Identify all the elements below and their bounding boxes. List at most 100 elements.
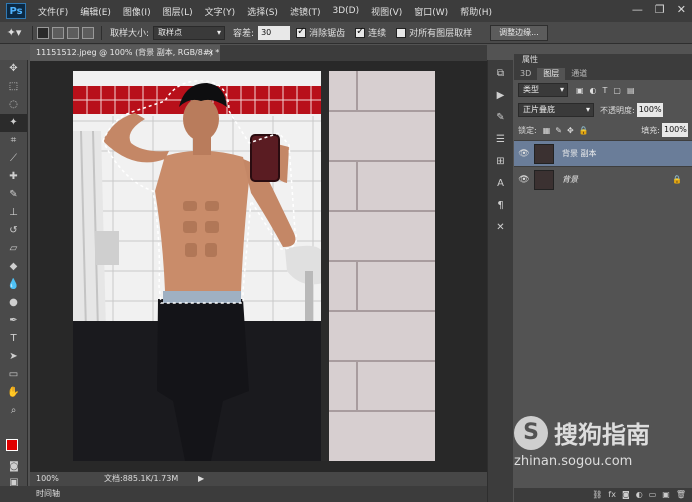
adjustment-layer-icon[interactable]: ◐ [636, 488, 643, 502]
layer-row-background-copy[interactable]: 👁 背景 副本 [514, 140, 692, 166]
eraser-tool-icon[interactable]: ▱ [0, 240, 27, 258]
menu-select[interactable]: 选择(S) [241, 5, 284, 18]
eye-icon[interactable]: 👁 [514, 175, 534, 185]
properties-header[interactable]: 属性 [514, 54, 692, 66]
menu-view[interactable]: 视图(V) [365, 5, 408, 18]
layer-name: 背景 [562, 175, 578, 184]
menu-file[interactable]: 文件(F) [32, 5, 74, 18]
menu-3d[interactable]: 3D(D) [326, 6, 365, 16]
menu-layer[interactable]: 图层(L) [157, 5, 199, 18]
adjustments-panel-icon[interactable]: ☰ [488, 132, 513, 148]
actions-panel-icon[interactable]: ▶ [488, 88, 513, 104]
document-image[interactable] [73, 71, 435, 461]
intersect-selection-icon[interactable] [82, 26, 94, 39]
eyedropper-tool-icon[interactable]: ⟋ [0, 150, 27, 168]
paragraph-panel-icon[interactable]: ¶ [488, 198, 513, 214]
canvas-area[interactable] [30, 61, 487, 472]
dodge-tool-icon[interactable]: ● [0, 294, 27, 312]
blend-mode-select[interactable]: 正片叠底 [518, 103, 594, 117]
tab-3d[interactable]: 3D [514, 68, 537, 80]
tab-layers[interactable]: 图层 [537, 68, 566, 80]
watermark-brand: 搜狗指南 [554, 421, 650, 449]
minimize-button[interactable]: — [632, 3, 643, 16]
menu-window[interactable]: 窗口(W) [408, 5, 454, 18]
panel-dock: ⧉ ▶ ✎ ☰ ⊞ A ¶ ✕ [487, 60, 513, 502]
crop-tool-icon[interactable]: ⌗ [0, 132, 27, 150]
menu-edit[interactable]: 编辑(E) [74, 5, 117, 18]
document-size: 文档:885.1K/1.73M [104, 474, 179, 483]
layer-filter-select[interactable]: 类型 [518, 83, 568, 97]
move-tool-icon[interactable]: ✥ [0, 60, 27, 78]
healing-tool-icon[interactable]: ✚ [0, 168, 27, 186]
layer-row-background[interactable]: 👁 背景 🔒 [514, 166, 692, 192]
menu-type[interactable]: 文字(Y) [199, 5, 242, 18]
menu-help[interactable]: 帮助(H) [454, 5, 498, 18]
sample-size-label: 取样大小: [110, 29, 150, 39]
photo-illustration [73, 71, 435, 461]
zoom-level[interactable]: 100% [36, 472, 59, 486]
sample-size-select[interactable]: 取样点 [153, 25, 226, 40]
magic-wand-tool-icon[interactable]: ✦ [0, 114, 27, 132]
add-mask-icon[interactable]: ◙ [622, 488, 630, 502]
history-brush-tool-icon[interactable]: ↺ [0, 222, 27, 240]
watermark-url: zhinan.sogou.com [514, 454, 633, 469]
restore-button[interactable]: ❐ [655, 3, 665, 16]
tolerance-input[interactable]: 30 [258, 25, 291, 40]
new-selection-icon[interactable] [37, 26, 49, 39]
paint-bucket-tool-icon[interactable]: ◆ [0, 258, 27, 276]
sample-all-checkbox[interactable] [396, 27, 407, 38]
opacity-input[interactable]: 100% [636, 103, 663, 117]
refine-edge-button[interactable]: 调整边缘... [490, 24, 548, 41]
antialias-checkbox[interactable] [296, 26, 307, 38]
eye-icon[interactable]: 👁 [514, 149, 534, 159]
contiguous-label: 连续 [368, 29, 387, 39]
layer-thumbnail [534, 169, 554, 190]
sogou-logo-icon: S [514, 415, 548, 450]
tools-preset-icon[interactable]: ✕ [488, 220, 513, 236]
fill-input[interactable]: 100% [662, 123, 688, 137]
layer-thumbnail [534, 143, 554, 164]
document-tab[interactable]: 11151512.jpeg @ 100% (背景 副本, RGB/8#) * × [30, 45, 220, 61]
sample-all-label: 对所有图层取样 [409, 29, 473, 39]
close-document-icon[interactable]: × [207, 45, 214, 61]
zoom-tool-icon[interactable]: ⌕ [0, 402, 27, 420]
tab-channels[interactable]: 通道 [565, 68, 593, 80]
layer-style-icon[interactable]: fx [608, 488, 616, 502]
menu-image[interactable]: 图像(I) [117, 5, 157, 18]
path-selection-tool-icon[interactable]: ➤ [0, 348, 27, 366]
tolerance-label: 容差: [233, 29, 255, 39]
status-bar: 100% 文档:885.1K/1.73M ▶ [30, 472, 487, 486]
lasso-tool-icon[interactable]: ◌ [0, 96, 27, 114]
antialias-label: 消除锯齿 [309, 29, 346, 39]
magic-wand-icon[interactable]: ✦▾ [0, 26, 28, 39]
filter-icons[interactable]: ▣◐T▢▤ [576, 86, 641, 95]
lock-icons[interactable]: ▦✎✥🔒 [543, 126, 594, 135]
new-group-icon[interactable]: ▭ [649, 488, 657, 502]
sogou-watermark: S 搜狗指南 zhinan.sogou.com [514, 415, 684, 485]
clone-stamp-tool-icon[interactable]: ⊥ [0, 204, 27, 222]
menu-filter[interactable]: 滤镜(T) [284, 5, 327, 18]
hand-tool-icon[interactable]: ✋ [0, 384, 27, 402]
panel-tabs: 3D 图层 通道 [514, 66, 692, 80]
subtract-selection-icon[interactable] [67, 26, 79, 39]
brush-tool-icon[interactable]: ✎ [0, 186, 27, 204]
character-panel-icon[interactable]: A [488, 176, 513, 192]
marquee-tool-icon[interactable]: ⬚ [0, 78, 27, 96]
new-layer-icon[interactable]: ▣ [662, 488, 670, 502]
timeline-tab[interactable]: 时间轴 [0, 486, 487, 502]
contiguous-checkbox[interactable] [355, 26, 366, 38]
pen-tool-icon[interactable]: ✒ [0, 312, 27, 330]
add-to-selection-icon[interactable] [52, 26, 64, 39]
foreground-color-swatch[interactable] [6, 439, 18, 451]
blur-tool-icon[interactable]: 💧 [0, 276, 27, 294]
type-tool-icon[interactable]: T [0, 330, 27, 348]
rectangle-tool-icon[interactable]: ▭ [0, 366, 27, 384]
status-menu-arrow-icon[interactable]: ▶ [198, 472, 204, 486]
link-layers-icon[interactable]: ⛓ [592, 488, 602, 502]
close-button[interactable]: ✕ [677, 3, 686, 16]
info-panel-icon[interactable]: ⊞ [488, 154, 513, 170]
history-panel-icon[interactable]: ⧉ [488, 66, 513, 82]
options-bar: ✦▾ 取样大小: 取样点 容差: 30 消除锯齿 连续 对所有图层取样 调整边缘… [0, 22, 692, 44]
brush-panel-icon[interactable]: ✎ [488, 110, 513, 126]
delete-layer-icon[interactable]: 🗑 [676, 488, 686, 502]
